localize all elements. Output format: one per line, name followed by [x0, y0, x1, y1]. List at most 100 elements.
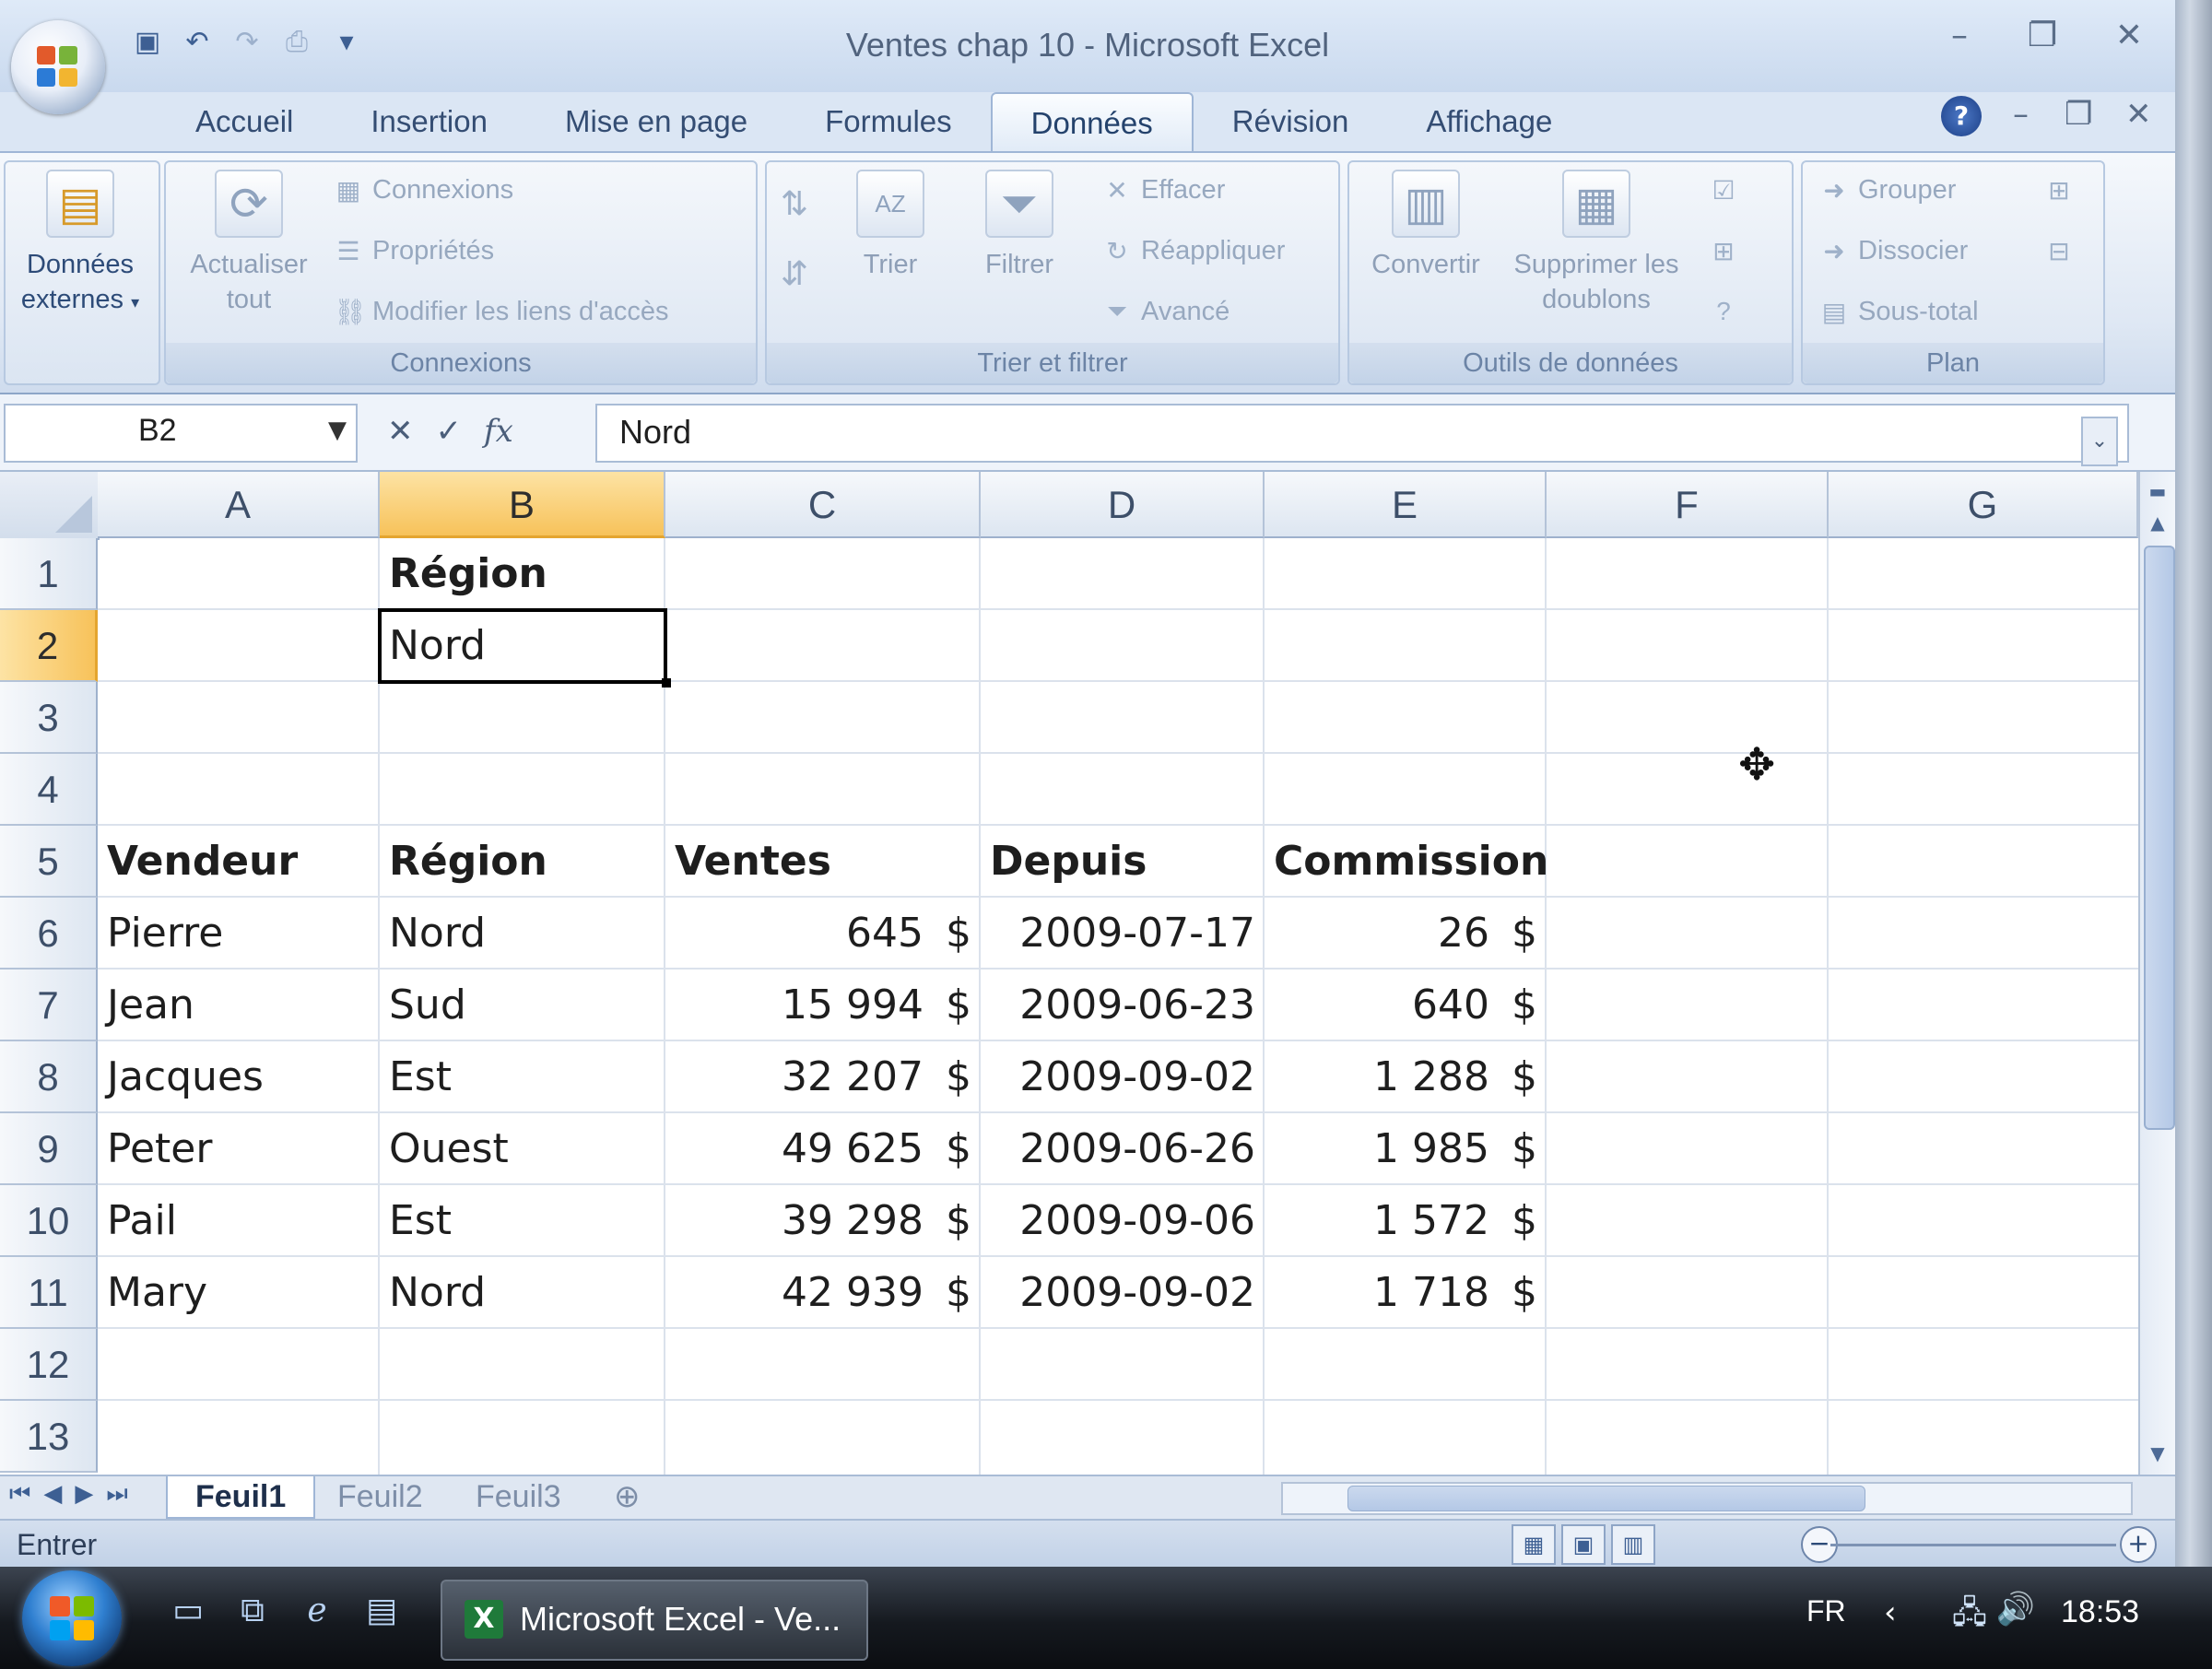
tab-mise-en-page[interactable]: Mise en page [526, 92, 786, 151]
tab-accueil[interactable]: Accueil [157, 92, 332, 151]
row-header-9[interactable]: 9 [0, 1113, 98, 1185]
cell-depuis[interactable]: 2009-09-06 [981, 1185, 1265, 1257]
formula-input[interactable]: Nord ⌄ [595, 404, 2129, 466]
cell-vendeur[interactable]: Mary [98, 1257, 380, 1329]
zoom-in-icon[interactable]: + [2120, 1526, 2157, 1563]
external-data-button[interactable]: ▤ Données externes ▾ [11, 170, 149, 320]
sheet-nav-icon[interactable]: ⏮◀▶⏭ [9, 1480, 141, 1509]
expand-formula-icon[interactable]: ⌄ [2081, 417, 2118, 466]
cell-vendeur[interactable]: Jean [98, 970, 380, 1041]
normal-view-icon[interactable]: ▦ [1512, 1524, 1556, 1565]
sheet-tab-feuil3[interactable]: Feuil3 [448, 1476, 589, 1517]
tab-insertion[interactable]: Insertion [332, 92, 526, 151]
show-desktop-icon[interactable]: ▭ [166, 1589, 210, 1633]
redo-icon[interactable]: ↷ [229, 23, 265, 60]
remove-duplicates-button[interactable]: ▦ Supprimer les doublons [1504, 170, 1688, 317]
header-vendeur[interactable]: Vendeur [98, 826, 380, 898]
hide-detail-button[interactable]: ⊟ [2044, 236, 2074, 266]
cell-commission[interactable]: 1 288 $ [1265, 1041, 1547, 1113]
split-box-icon[interactable]: ▬ [2144, 477, 2171, 505]
clock[interactable]: 18:53 [2061, 1594, 2139, 1630]
properties-button[interactable]: ☰ Propriétés [334, 236, 494, 266]
column-header-c[interactable]: C [665, 472, 981, 538]
undo-icon[interactable]: ↶ [179, 23, 216, 60]
cell-ventes[interactable]: 32 207 $ [665, 1041, 981, 1113]
sheet-tab-feuil1[interactable]: Feuil1 [166, 1476, 316, 1519]
cell-vendeur[interactable]: Pierre [98, 898, 380, 970]
close-button[interactable]: ✕ [2101, 17, 2157, 54]
tab-affichage[interactable]: Affichage [1387, 92, 1591, 151]
fill-handle[interactable] [662, 678, 671, 688]
row-header-7[interactable]: 7 [0, 970, 98, 1041]
row-header-11[interactable]: 11 [0, 1257, 98, 1329]
edit-links-button[interactable]: ⛓ Modifier les liens d'accès [334, 297, 668, 327]
cell-depuis[interactable]: 2009-06-23 [981, 970, 1265, 1041]
column-header-d[interactable]: D [981, 472, 1265, 538]
cell-vendeur[interactable]: Pail [98, 1185, 380, 1257]
data-validation-button[interactable]: ☑ [1709, 175, 1738, 206]
horizontal-scroll-thumb[interactable] [1347, 1486, 1865, 1511]
confirm-entry-icon[interactable]: ✓ [436, 413, 463, 450]
page-layout-view-icon[interactable]: ▣ [1561, 1524, 1606, 1565]
header-region[interactable]: Région [380, 826, 665, 898]
row-header-1[interactable]: 1 [0, 538, 98, 610]
header-ventes[interactable]: Ventes [665, 826, 981, 898]
media-icon[interactable]: ▤ [359, 1589, 404, 1633]
header-depuis[interactable]: Depuis [981, 826, 1265, 898]
cell-ventes[interactable]: 39 298 $ [665, 1185, 981, 1257]
row-header-6[interactable]: 6 [0, 898, 98, 970]
select-all-button[interactable] [0, 472, 100, 540]
row-header-3[interactable]: 3 [0, 682, 98, 754]
show-detail-button[interactable]: ⊞ [2044, 175, 2074, 206]
group-button[interactable]: ➜ Grouper [1819, 175, 1956, 206]
volume-icon[interactable]: 🔊 [1996, 1591, 2035, 1643]
chevron-down-icon[interactable]: ▼ [328, 417, 347, 444]
row-header-2[interactable]: 2 [0, 610, 98, 682]
language-indicator[interactable]: FR [1806, 1594, 1846, 1628]
tab-donnees[interactable]: Données [990, 92, 1194, 151]
row-header-5[interactable]: 5 [0, 826, 98, 898]
cell-region[interactable]: Est [380, 1185, 665, 1257]
page-break-view-icon[interactable]: ▥ [1611, 1524, 1655, 1565]
subtotal-button[interactable]: ▤ Sous-total [1819, 297, 1979, 327]
reapply-button[interactable]: ↻ Réappliquer [1102, 236, 1285, 266]
show-hidden-icons-icon[interactable]: ‹ [1884, 1594, 1897, 1631]
tab-formules[interactable]: Formules [786, 92, 991, 151]
cell-region[interactable]: Nord [380, 1257, 665, 1329]
consolidate-button[interactable]: ⊞ [1709, 236, 1738, 266]
sheet-tab-feuil2[interactable]: Feuil2 [310, 1476, 451, 1517]
worksheet-grid[interactable]: A B C D E F G 1 2 3 4 5 6 7 8 9 10 11 12… [0, 472, 2138, 1475]
help-icon[interactable]: ? [1941, 96, 1982, 136]
column-header-e[interactable]: E [1265, 472, 1547, 538]
horizontal-scrollbar[interactable] [1281, 1482, 2133, 1515]
column-header-g[interactable]: G [1829, 472, 2138, 538]
doc-restore-button[interactable]: ❐ [2065, 96, 2092, 133]
row-header-8[interactable]: 8 [0, 1041, 98, 1113]
filter-button[interactable]: ⏷ Filtrer [964, 170, 1075, 282]
header-commission[interactable]: Commission [1265, 826, 1548, 898]
column-header-a[interactable]: A [98, 472, 380, 538]
cancel-entry-icon[interactable]: ✕ [387, 413, 414, 450]
ungroup-button[interactable]: ➜ Dissocier [1819, 236, 1968, 266]
tab-revision[interactable]: Révision [1194, 92, 1388, 151]
taskbar-excel-button[interactable]: X Microsoft Excel - Ve... [441, 1580, 868, 1661]
cell-ventes[interactable]: 15 994 $ [665, 970, 981, 1041]
row-header-13[interactable]: 13 [0, 1401, 98, 1473]
cell-commission[interactable]: 1 985 $ [1265, 1113, 1547, 1185]
customize-icon[interactable]: ▾ [328, 23, 365, 60]
insert-sheet-icon[interactable]: ⊕ [586, 1476, 668, 1517]
cell-depuis[interactable]: 2009-07-17 [981, 898, 1265, 970]
cell-depuis[interactable]: 2009-09-02 [981, 1257, 1265, 1329]
cell-region[interactable]: Sud [380, 970, 665, 1041]
scroll-thumb[interactable] [2144, 546, 2175, 1130]
sort-button[interactable]: AZ Trier [835, 170, 946, 282]
office-button[interactable] [11, 20, 105, 114]
cell-depuis[interactable]: 2009-06-26 [981, 1113, 1265, 1185]
network-icon[interactable]: 🖧 [1952, 1591, 1987, 1643]
name-box[interactable]: B2 ▼ [4, 404, 358, 463]
cell-ventes[interactable]: 645 $ [665, 898, 981, 970]
connexions-button[interactable]: ▦ Connexions [334, 175, 513, 206]
switch-windows-icon[interactable]: ⧉ [230, 1589, 275, 1633]
vertical-scrollbar[interactable]: ▬ ▲ ▼ [2138, 472, 2175, 1475]
row-header-4[interactable]: 4 [0, 754, 98, 826]
